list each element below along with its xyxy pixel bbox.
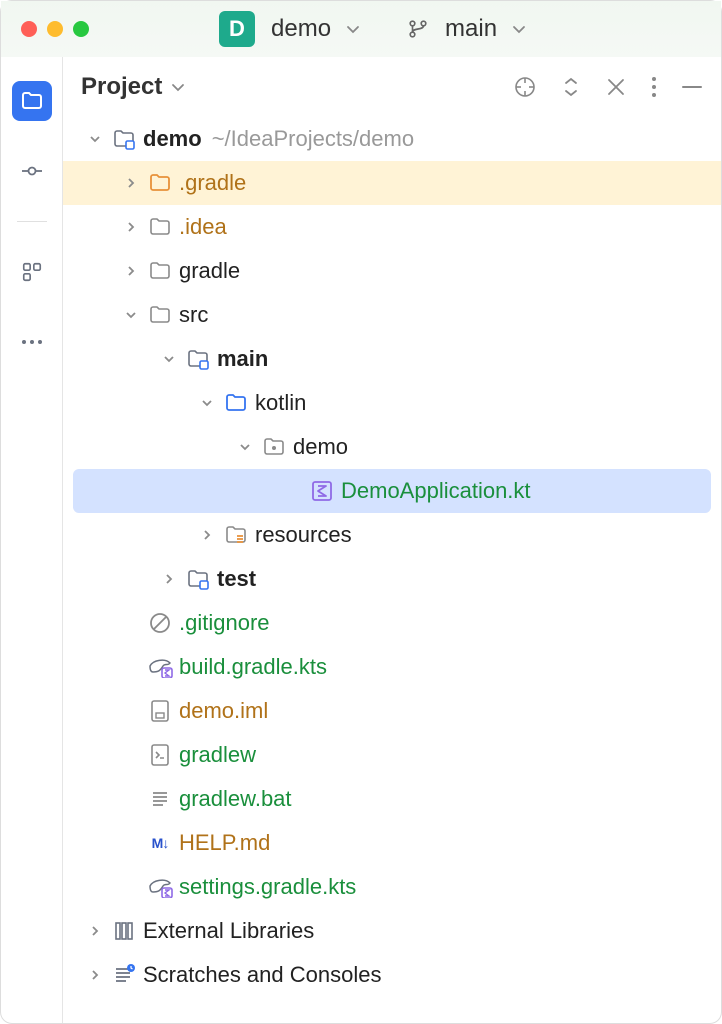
tree-item-label: External Libraries: [143, 918, 314, 944]
tree-item-label: DemoApplication.kt: [341, 478, 531, 504]
chevron-down-icon[interactable]: [170, 79, 186, 95]
tree-item-label: demo: [293, 434, 348, 460]
scratches-icon: [111, 962, 137, 988]
collapse-all-icon[interactable]: [605, 76, 627, 98]
git-branch-icon: [407, 18, 429, 40]
tree-item-label: Scratches and Consoles: [143, 962, 381, 988]
window-controls: [21, 21, 89, 37]
hide-panel-icon[interactable]: [681, 76, 703, 98]
chevron-down-icon[interactable]: [511, 21, 527, 37]
left-toolbar: [1, 57, 63, 1023]
tree-item[interactable]: · M↓ HELP.md: [63, 821, 721, 865]
tree-item[interactable]: · build.gradle.kts: [63, 645, 721, 689]
resources-folder-icon: [223, 522, 249, 548]
tree-item-label: gradlew.bat: [179, 786, 292, 812]
tree-item[interactable]: .idea: [63, 205, 721, 249]
panel-title[interactable]: Project: [81, 73, 162, 101]
maximize-window-button[interactable]: [73, 21, 89, 37]
libraries-icon: [111, 918, 137, 944]
kotlin-file-icon: [309, 478, 335, 504]
more-tool-button[interactable]: [12, 322, 52, 362]
chevron-right-icon[interactable]: [159, 572, 179, 586]
chevron-right-icon[interactable]: [121, 220, 141, 234]
tree-item[interactable]: External Libraries: [63, 909, 721, 953]
project-badge-icon: D: [219, 11, 255, 47]
tree-item[interactable]: resources: [63, 513, 721, 557]
gradle-kotlin-icon: [147, 874, 173, 900]
tree-item[interactable]: src: [63, 293, 721, 337]
tree-item-label: HELP.md: [179, 830, 270, 856]
commit-tool-button[interactable]: [12, 151, 52, 191]
tree-item-label: resources: [255, 522, 352, 548]
chevron-right-icon[interactable]: [197, 528, 217, 542]
tree-item-label: gradlew: [179, 742, 256, 768]
chevron-down-icon[interactable]: [85, 132, 105, 146]
package-icon: [261, 434, 287, 460]
tree-item-path: ~/IdeaProjects/demo: [212, 126, 414, 152]
tree-item[interactable]: · .gitignore: [63, 601, 721, 645]
chevron-right-icon[interactable]: [85, 924, 105, 938]
folder-icon: [147, 302, 173, 328]
module-folder-icon: [185, 346, 211, 372]
tree-item[interactable]: main: [63, 337, 721, 381]
tree-root[interactable]: demo ~/IdeaProjects/demo: [63, 117, 721, 161]
tree-item[interactable]: · demo.iml: [63, 689, 721, 733]
tree-item-label: demo: [143, 126, 202, 152]
chevron-right-icon[interactable]: [121, 264, 141, 278]
chevron-right-icon[interactable]: [85, 968, 105, 982]
tree-item[interactable]: test: [63, 557, 721, 601]
chevron-down-icon[interactable]: [197, 396, 217, 410]
tree-item-label: .idea: [179, 214, 227, 240]
folder-icon: [147, 214, 173, 240]
titlebar: D demo main: [1, 1, 721, 57]
minimize-window-button[interactable]: [47, 21, 63, 37]
markdown-icon: M↓: [147, 830, 173, 856]
gradle-kotlin-icon: [147, 654, 173, 680]
tree-item-label: demo.iml: [179, 698, 268, 724]
shell-script-icon: [147, 742, 173, 768]
chevron-down-icon[interactable]: [121, 308, 141, 322]
tree-item[interactable]: gradle: [63, 249, 721, 293]
gitignore-icon: [147, 610, 173, 636]
expand-collapse-icon[interactable]: [561, 75, 581, 99]
chevron-down-icon[interactable]: [235, 440, 255, 454]
branch-selector[interactable]: main: [445, 15, 497, 43]
tree-item-label: kotlin: [255, 390, 306, 416]
chevron-down-icon[interactable]: [345, 21, 361, 37]
tree-item-label: main: [217, 346, 268, 372]
module-folder-icon: [111, 126, 137, 152]
structure-tool-button[interactable]: [12, 252, 52, 292]
tree-item[interactable]: Scratches and Consoles: [63, 953, 721, 997]
tree-item[interactable]: kotlin: [63, 381, 721, 425]
tree-item[interactable]: · gradlew.bat: [63, 777, 721, 821]
tree-item-label: .gitignore: [179, 610, 270, 636]
module-folder-icon: [185, 566, 211, 592]
folder-icon: [147, 258, 173, 284]
close-window-button[interactable]: [21, 21, 37, 37]
tree-item[interactable]: demo: [63, 425, 721, 469]
tree-item-label: .gradle: [179, 170, 246, 196]
source-folder-icon: [223, 390, 249, 416]
tree-item-label: settings.gradle.kts: [179, 874, 356, 900]
iml-file-icon: [147, 698, 173, 724]
tree-item-label: build.gradle.kts: [179, 654, 327, 680]
chevron-right-icon[interactable]: [121, 176, 141, 190]
project-tool-button[interactable]: [12, 81, 52, 121]
tree-item[interactable]: · gradlew: [63, 733, 721, 777]
project-panel: Project: [63, 57, 721, 1023]
more-options-icon[interactable]: [651, 76, 657, 98]
tree-item-selected[interactable]: · DemoApplication.kt: [73, 469, 711, 513]
tree-item-label: test: [217, 566, 256, 592]
tree-item[interactable]: .gradle: [63, 161, 721, 205]
tree-item[interactable]: · settings.gradle.kts: [63, 865, 721, 909]
project-selector[interactable]: demo: [271, 15, 331, 43]
text-file-icon: [147, 786, 173, 812]
chevron-down-icon[interactable]: [159, 352, 179, 366]
project-tree: demo ~/IdeaProjects/demo .gradle .idea: [63, 117, 721, 1023]
tree-item-label: src: [179, 302, 208, 328]
tree-item-label: gradle: [179, 258, 240, 284]
select-opened-file-icon[interactable]: [513, 75, 537, 99]
excluded-folder-icon: [147, 170, 173, 196]
